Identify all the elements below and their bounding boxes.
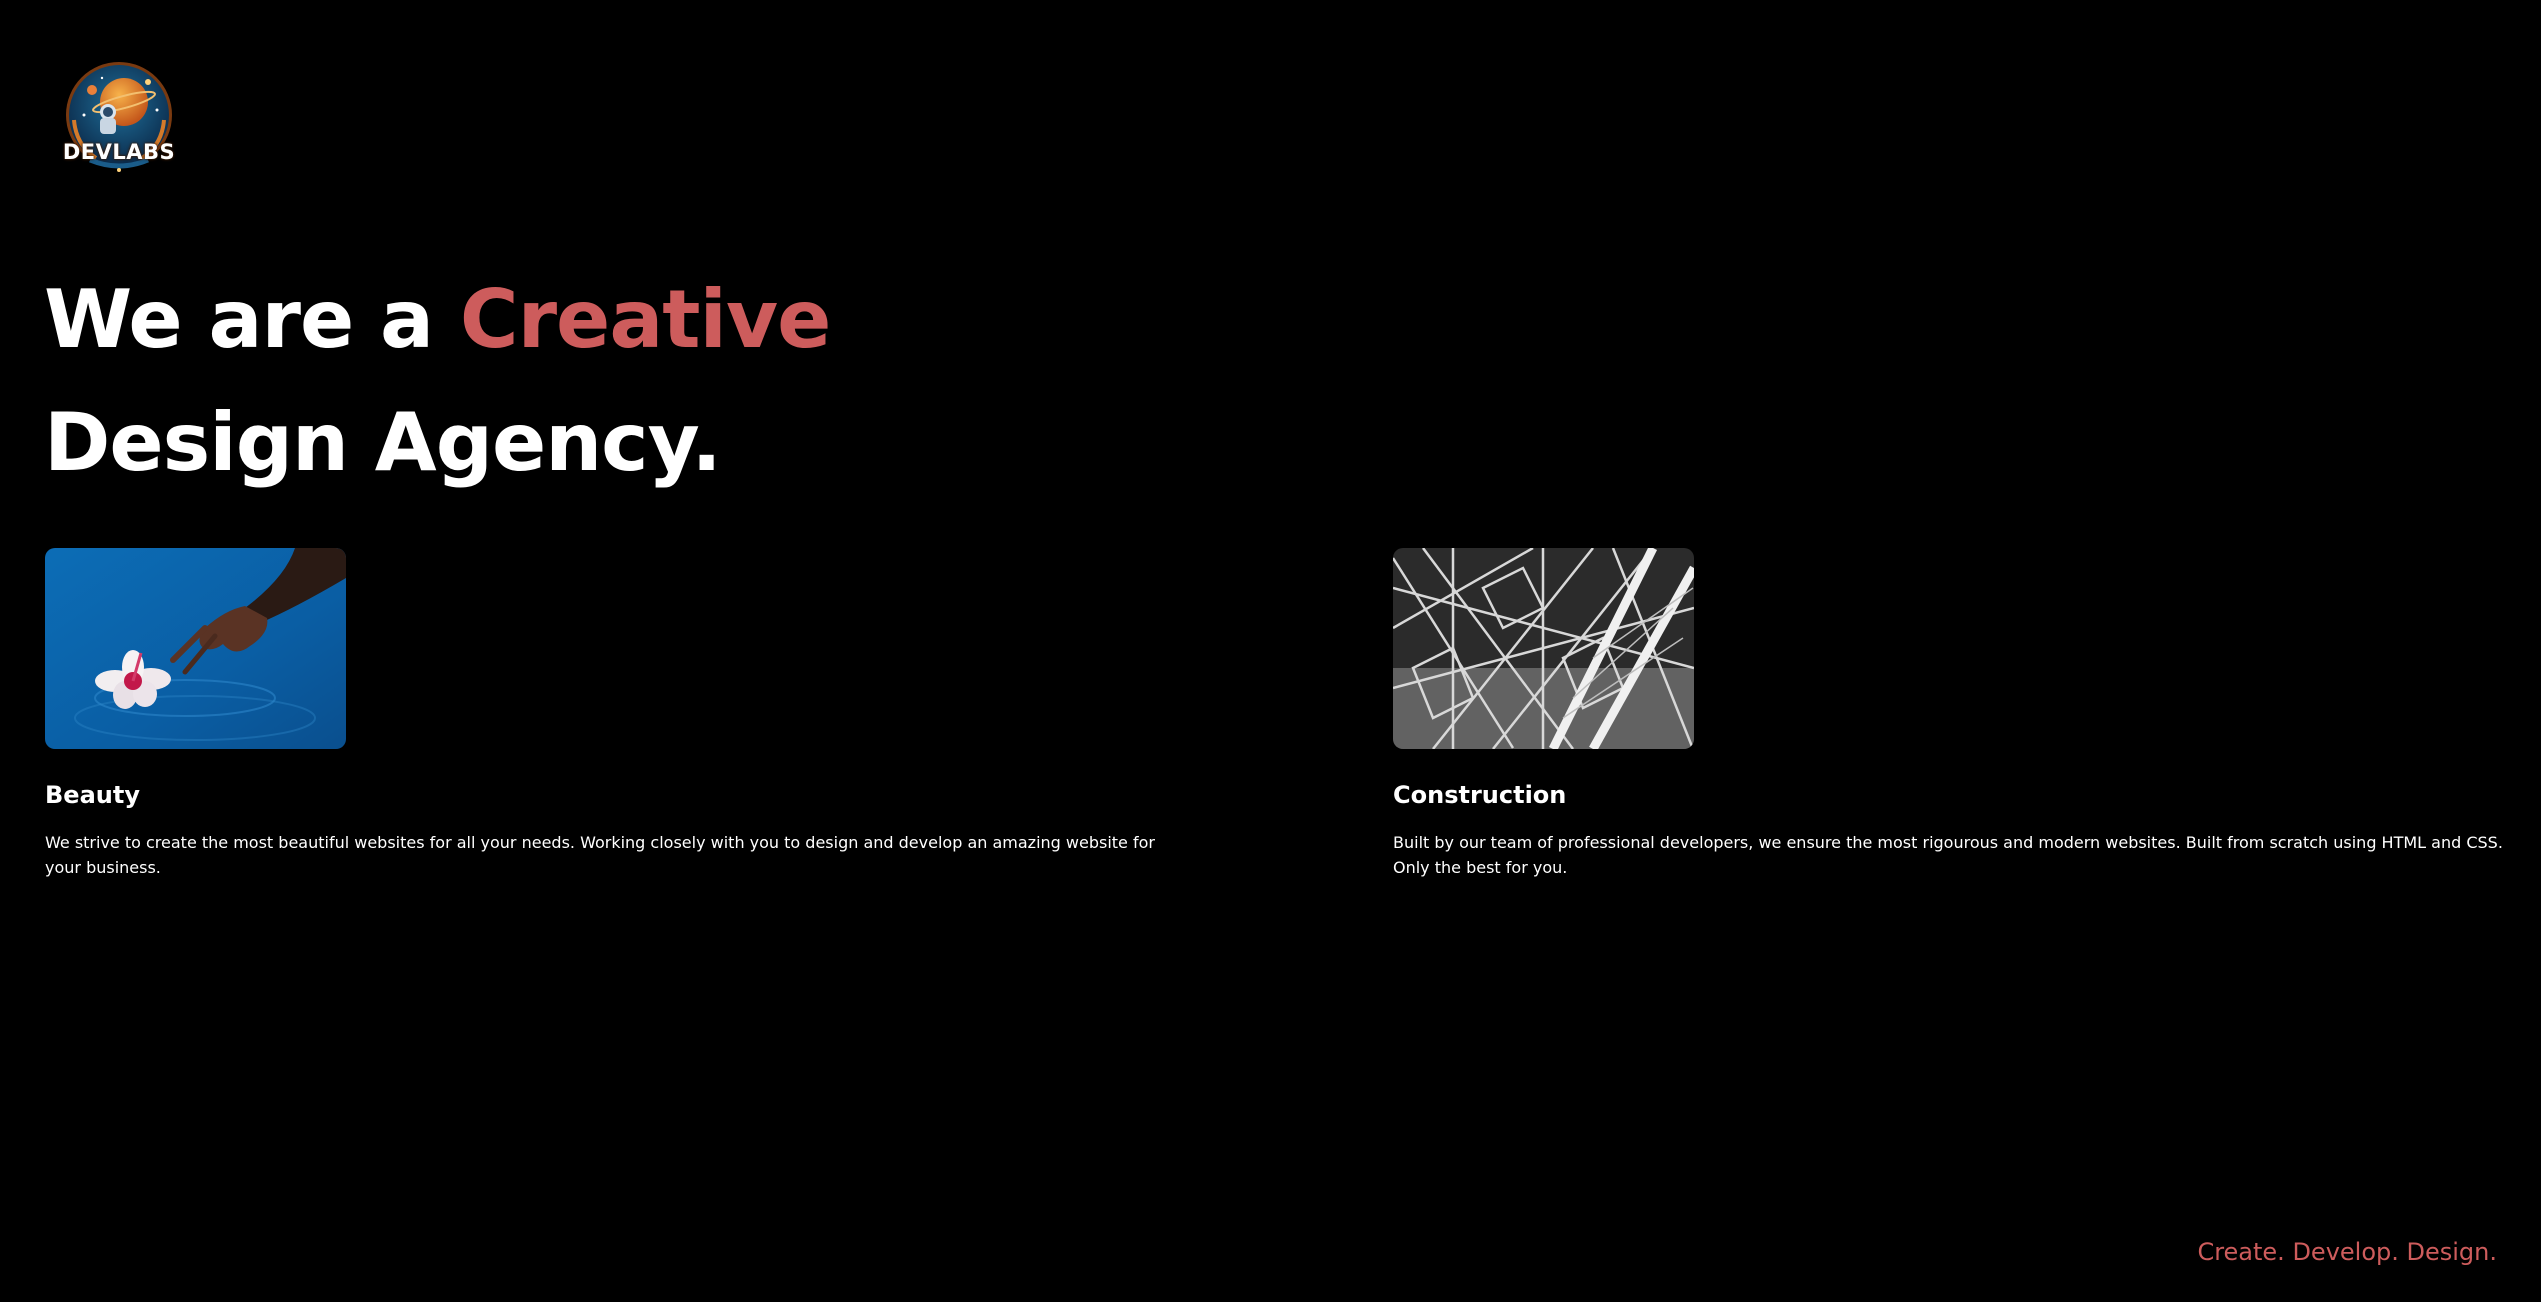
- feature-card-construction: Construction Built by our team of profes…: [1393, 548, 2503, 880]
- feature-card-beauty: Beauty We strive to create the most beau…: [45, 548, 1170, 880]
- card-title: Construction: [1393, 781, 1567, 809]
- headline-line-1: We are a Creative: [44, 258, 831, 381]
- headline-line-2: Design Agency.: [44, 396, 722, 489]
- hand-touching-flower-in-water-image: [45, 548, 346, 749]
- footer-tagline: Create. Develop. Design.: [2197, 1238, 2497, 1266]
- card-title: Beauty: [45, 781, 140, 809]
- headline-accent: Creative: [459, 273, 831, 366]
- hero-headline: We are a Creative Design Agency.: [44, 258, 831, 504]
- page: DEVLABS We are a Creative Design Agency.: [0, 0, 2541, 1302]
- logo-text: DEVLABS: [62, 140, 176, 164]
- devlabs-logo[interactable]: DEVLABS: [62, 60, 176, 178]
- steel-truss-structure-image: [1393, 548, 1694, 749]
- card-description: We strive to create the most beautiful w…: [45, 833, 1155, 877]
- headline-prefix: We are a: [44, 273, 460, 366]
- card-description: Built by our team of professional develo…: [1393, 833, 2503, 877]
